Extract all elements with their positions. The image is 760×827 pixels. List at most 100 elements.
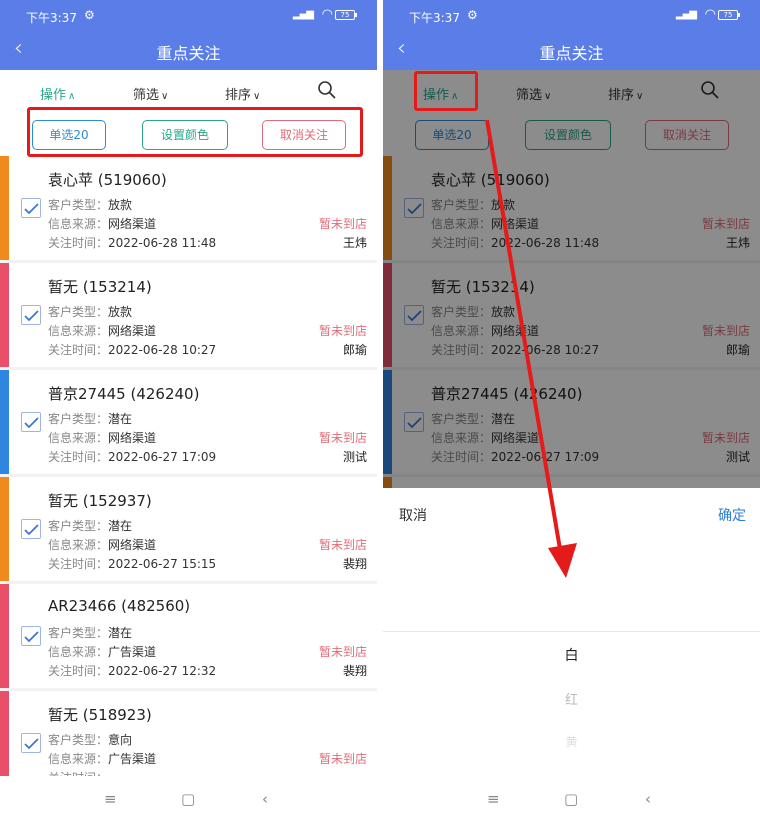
search-icon[interactable]: [317, 80, 337, 100]
tab-operation[interactable]: 操作 ∧: [40, 84, 75, 103]
customer-type-row: 客户类型：潜在: [48, 410, 132, 427]
phone-screen-right: 下午3:37 ⚙ ▂▄▆ ◠ 75 ‹ 重点关注 操作 ∧ 筛选 ∨ 排序 ∨ 单选2…: [383, 0, 760, 827]
customer-card[interactable]: 普京27445 (426240) 客户类型：潜在 信息来源：网络渠道 关注时间：202…: [0, 370, 377, 474]
info-source-label: 信息来源：: [48, 538, 109, 552]
follow-time-label: 关注时间：: [48, 236, 109, 250]
customer-card[interactable]: 袁心苹 (519060) 客户类型：放款 信息来源：网络渠道 关注时间：2022-06…: [0, 156, 377, 260]
info-source-value: 网络渠道: [108, 538, 157, 552]
visit-status: 暂未到店: [318, 645, 367, 659]
signal-icon: ▂▄▆: [292, 9, 314, 20]
status-bar: 下午3:37 ⚙ ▂▄▆ ◠ 75: [0, 0, 377, 30]
annotation-highlight-box: [414, 71, 478, 111]
visit-status: 暂未到店: [318, 752, 367, 766]
info-source-value: 广告渠道: [108, 752, 157, 766]
follow-time-value: 2022-06-28 11:48: [108, 236, 217, 250]
customer-card[interactable]: 暂无 (152937) 客户类型：潜在信息来源：网络渠道关注时间：2022-06-…: [0, 477, 377, 581]
tab-sort[interactable]: 排序 ∨: [225, 84, 260, 103]
customer-name: 暂无 (152937): [48, 492, 152, 510]
follow-time-row: 关注时间：2022-06-27 12:32: [48, 662, 216, 679]
app-bar: ‹ 重点关注: [0, 30, 377, 70]
follow-time-value: 2022-06-27 15:15: [108, 557, 217, 571]
customer-type-value: 意向: [108, 733, 133, 747]
menu-icon[interactable]: ≡: [104, 790, 117, 808]
info-source-label: 信息来源：: [48, 752, 109, 766]
visit-status: 暂未到店: [318, 538, 367, 552]
tab-filter[interactable]: 筛选 ∨: [133, 84, 168, 103]
menu-icon[interactable]: ≡: [487, 790, 500, 808]
customer-type-row: 客户类型：放款: [48, 303, 132, 320]
follow-time-row: 关注时间：: [48, 769, 108, 776]
picker-option[interactable]: 白: [383, 645, 760, 665]
page-title: 重点关注: [156, 44, 221, 63]
select-checkbox[interactable]: [21, 626, 41, 646]
select-checkbox[interactable]: [21, 519, 41, 539]
customer-card[interactable]: 暂无 (153214) 客户类型：放款 信息来源：网络渠道 关注时间：2022-06-…: [0, 263, 377, 367]
customer-type-value: 放款: [108, 198, 133, 212]
visit-status: 暂未到店: [318, 324, 367, 338]
picker-option[interactable]: 黄: [383, 733, 760, 750]
info-source-row: 信息来源：网络渠道: [48, 536, 156, 553]
picker-cancel-button[interactable]: 取消: [399, 505, 427, 525]
customer-type-value: 放款: [108, 305, 133, 319]
customer-name: 暂无 (153214): [48, 278, 152, 296]
customer-type-row: 客户类型：放款: [48, 196, 132, 213]
modal-overlay[interactable]: [383, 70, 760, 488]
home-icon[interactable]: ▢: [564, 790, 578, 808]
check-icon: [24, 203, 39, 215]
customer-type-value: 潜在: [108, 519, 133, 533]
info-source-label: 信息来源：: [48, 645, 109, 659]
follow-time-value: 2022-06-28 10:27: [108, 343, 217, 357]
check-icon: [24, 310, 39, 322]
customer-type-row: 客户类型：潜在: [48, 517, 132, 534]
info-source-value: 网络渠道: [108, 217, 157, 231]
battery-icon: 75: [335, 10, 357, 20]
app-bar: ‹ 重点关注: [383, 30, 760, 70]
customer-card[interactable]: AR23466 (482560) 客户类型：潜在信息来源：广告渠道关注时间：202…: [0, 584, 377, 688]
info-source-row: 信息来源：网络渠道: [48, 322, 156, 339]
home-icon[interactable]: ▢: [181, 790, 195, 808]
info-source-label: 信息来源：: [48, 324, 109, 338]
visit-status: 暂未到店: [318, 431, 367, 445]
info-source-value: 网络渠道: [108, 324, 157, 338]
follow-time-label: 关注时间：: [48, 450, 109, 464]
check-icon: [24, 631, 39, 643]
wifi-icon: ◠: [704, 7, 716, 22]
wifi-icon: ◠: [321, 7, 333, 22]
battery-icon: 75: [718, 10, 740, 20]
info-source-row: 信息来源：广告渠道: [48, 750, 156, 767]
picker-divider: [383, 631, 760, 632]
page-title: 重点关注: [539, 44, 604, 63]
color-tag-stripe: [0, 584, 9, 688]
picker-option[interactable]: 红: [383, 689, 760, 708]
annotation-highlight-box: [27, 107, 363, 157]
assignee-name: 测试: [342, 450, 367, 464]
follow-time-row: 关注时间：2022-06-28 11:48: [48, 234, 216, 251]
customer-type-label: 客户类型：: [48, 626, 109, 640]
customer-card[interactable]: 暂无 (518923) 客户类型：意向信息来源：广告渠道关注时间： 暂未到店: [0, 691, 377, 776]
back-icon[interactable]: ‹: [645, 790, 651, 808]
tab-sort-label: 排序: [225, 88, 252, 103]
follow-time-label: 关注时间：: [48, 343, 109, 357]
color-tag-stripe: [0, 263, 9, 367]
select-checkbox[interactable]: [21, 733, 41, 753]
select-checkbox[interactable]: [21, 305, 41, 325]
color-tag-stripe: [0, 691, 9, 776]
check-icon: [24, 524, 39, 536]
tab-operation-label: 操作: [40, 88, 67, 103]
select-checkbox[interactable]: [21, 412, 41, 432]
assignee-name: 郎瑜: [342, 343, 367, 357]
check-icon: [24, 738, 39, 750]
back-icon[interactable]: ‹: [262, 790, 268, 808]
info-source-label: 信息来源：: [48, 431, 109, 445]
check-icon: [24, 417, 39, 429]
follow-time-value: 2022-06-27 12:32: [108, 664, 217, 678]
follow-time-row: 关注时间：2022-06-28 10:27: [48, 341, 216, 358]
color-picker-sheet: 取消 确定 白 红 黄: [383, 488, 760, 776]
phone-screen-left: 下午3:37 ⚙ ▂▄▆ ◠ 75 ‹ 重点关注 操作 ∧ 筛选 ∨ 排序 ∨ 单选2…: [0, 0, 377, 827]
picker-confirm-button[interactable]: 确定: [718, 505, 746, 525]
customer-type-label: 客户类型：: [48, 305, 109, 319]
customer-type-label: 客户类型：: [48, 198, 109, 212]
select-checkbox[interactable]: [21, 198, 41, 218]
color-tag-stripe: [0, 156, 9, 260]
status-bar: 下午3:37 ⚙ ▂▄▆ ◠ 75: [383, 0, 760, 30]
